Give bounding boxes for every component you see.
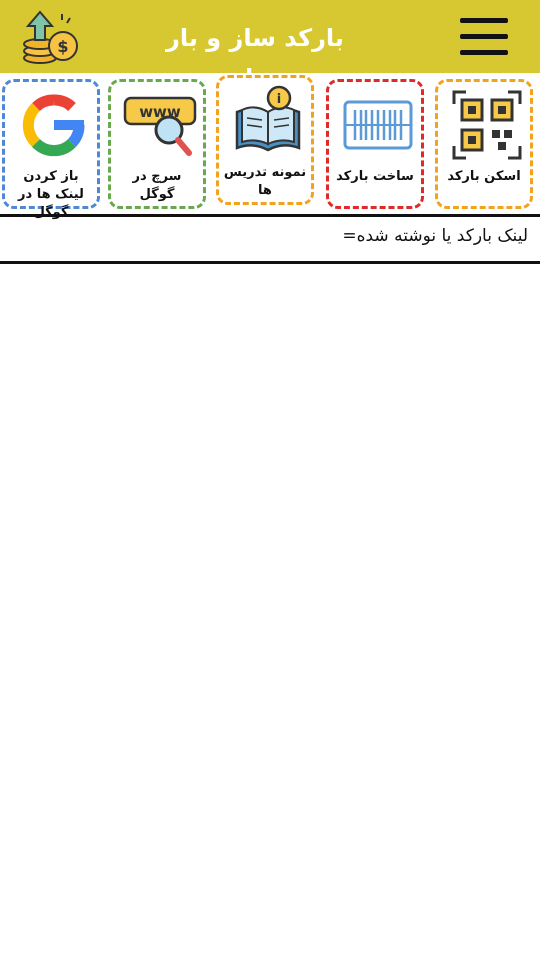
coin-growth-icon: $ (18, 8, 82, 66)
create-barcode-button[interactable]: ساخت بارکد (326, 79, 424, 209)
tile-label: نمونه تدریس ها (223, 165, 307, 198)
divider (0, 214, 540, 217)
open-link-in-google-button[interactable]: باز کردن لینک ها در گوگل (2, 79, 100, 220)
result-text: لینک بارکد یا نوشته شده= (342, 226, 528, 246)
svg-text:i: i (277, 92, 281, 107)
www-search-icon: www (123, 88, 197, 162)
tile-label: سرچ در گوگل (132, 169, 182, 202)
app-title: بارکد ساز و بار خوان (166, 24, 344, 92)
hamburger-menu-icon[interactable] (452, 12, 516, 62)
qr-code-icon (450, 88, 524, 162)
app-bar: $ بارکد ساز و بار خوان (0, 0, 540, 92)
google-icon (17, 88, 91, 162)
scan-barcode-button[interactable]: اسکن بارکد (435, 79, 533, 209)
book-info-icon: i (231, 84, 305, 158)
search-in-google-button[interactable]: www سرچ در گوگل (108, 79, 206, 209)
action-tiles: باز کردن لینک ها در گوگل www سرچ در گوگل (0, 75, 540, 220)
svg-text:$: $ (57, 37, 68, 56)
teaching-samples-button[interactable]: i نمونه تدریس ها (216, 75, 314, 205)
barcode-icon (341, 88, 415, 162)
tile-label: اسکن بارکد (447, 169, 521, 184)
tile-label: ساخت بارکد (336, 169, 414, 184)
divider (0, 261, 540, 264)
